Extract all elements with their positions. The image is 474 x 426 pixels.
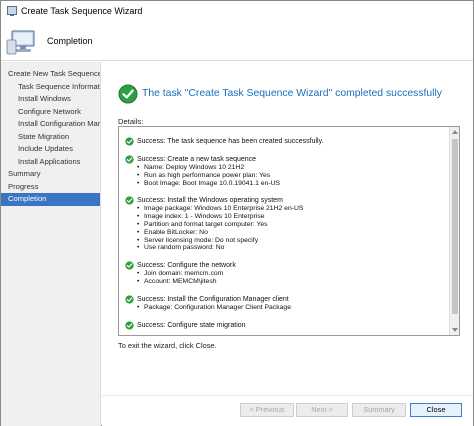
exit-instruction: To exit the wizard, click Close. xyxy=(118,341,217,350)
detail-section: Success: Configure state migration xyxy=(125,320,447,330)
details-label: Details: xyxy=(118,117,144,126)
success-check-icon xyxy=(125,261,134,270)
window-title: Create Task Sequence Wizard xyxy=(21,6,143,16)
details-list: Success: The task sequence has been crea… xyxy=(125,137,447,335)
detail-section: Success: Install the Windows operating s… xyxy=(125,196,447,252)
close-button[interactable]: Close xyxy=(410,403,462,417)
detail-line: Account: MEMCM\jitesh xyxy=(125,278,447,286)
success-check-icon xyxy=(125,196,134,206)
page-title: Completion xyxy=(47,36,93,46)
summary-button[interactable]: Summary xyxy=(352,403,406,417)
wizard-window: Create Task Sequence Wizard Completion C… xyxy=(0,0,474,426)
computer-icon xyxy=(7,6,17,16)
scroll-up-icon[interactable] xyxy=(452,130,458,134)
detail-line: Package: Configuration Manager Client Pa… xyxy=(125,304,447,312)
nav-item-create-new-task-sequence[interactable]: Create New Task Sequence xyxy=(1,68,100,81)
detail-section: Success: Create a new task sequence Name… xyxy=(125,155,447,187)
detail-section: Success: The task sequence has been crea… xyxy=(125,137,447,146)
nav-item-install-windows[interactable]: Install Windows xyxy=(1,93,100,106)
success-check-icon xyxy=(125,155,134,164)
nav-item-summary[interactable]: Summary xyxy=(1,168,100,181)
detail-section: Success: Configure the network Join doma… xyxy=(125,261,447,286)
detail-heading: Success: Install the Configuration Manag… xyxy=(137,295,289,303)
success-check-icon xyxy=(125,137,134,146)
nav-item-include-updates[interactable]: Include Updates xyxy=(1,143,100,156)
detail-line: Use random password: No xyxy=(125,244,447,252)
footer-divider xyxy=(102,395,473,396)
success-check-icon xyxy=(125,295,134,304)
detail-line: Image index: 1 - Windows 10 Enterprise xyxy=(125,213,447,221)
wizard-nav: Create New Task Sequence Task Sequence I… xyxy=(1,62,101,426)
detail-line: Enable BitLocker: No xyxy=(125,229,447,237)
next-button[interactable]: Next > xyxy=(296,403,348,417)
detail-line: Image package: Windows 10 Enterprise 21H… xyxy=(125,205,447,213)
detail-line: Partition and format target computer: Ye… xyxy=(125,221,447,229)
success-check-icon xyxy=(125,320,134,330)
nav-item-task-sequence-information[interactable]: Task Sequence Informatic xyxy=(1,81,100,94)
scrollbar-thumb[interactable] xyxy=(452,139,458,314)
computer-icon xyxy=(6,30,35,55)
scroll-down-icon[interactable] xyxy=(452,328,458,332)
main-content: The task "Create Task Sequence Wizard" c… xyxy=(102,62,473,426)
title-bar: Create Task Sequence Wizard xyxy=(1,1,473,21)
details-scrollbar[interactable] xyxy=(449,127,459,335)
status-message: The task "Create Task Sequence Wizard" c… xyxy=(142,88,442,99)
nav-item-install-applications[interactable]: Install Applications xyxy=(1,156,100,169)
previous-button[interactable]: < Previous xyxy=(240,403,294,417)
nav-item-state-migration[interactable]: State Migration xyxy=(1,131,100,144)
detail-section: Success: Install the Configuration Manag… xyxy=(125,295,447,312)
detail-heading: Success: Create a new task sequence xyxy=(137,156,257,163)
nav-item-configure-network[interactable]: Configure Network xyxy=(1,106,100,119)
detail-line: Run as high performance power plan: Yes xyxy=(125,172,447,180)
detail-line: Boot Image: Boot Image 10.0.19041.1 en-U… xyxy=(125,180,447,188)
nav-item-progress[interactable]: Progress xyxy=(1,181,100,194)
nav-item-install-configuration-manager[interactable]: Install Configuration Mar xyxy=(1,118,100,131)
detail-heading: Success: Configure state migration xyxy=(137,321,246,329)
detail-line: Server licensing mode: Do not specify xyxy=(125,237,447,245)
details-panel[interactable]: Success: The task sequence has been crea… xyxy=(118,126,460,336)
nav-item-completion[interactable]: Completion xyxy=(1,193,100,206)
detail-line: Name: Deploy Windows 10 21H2 xyxy=(125,164,447,172)
detail-heading: Success: The task sequence has been crea… xyxy=(137,138,324,145)
detail-line: Join domain: memcm.com xyxy=(125,270,447,278)
success-check-icon xyxy=(118,84,138,104)
detail-heading: Success: Configure the network xyxy=(137,262,236,270)
detail-heading: Success: Install the Windows operating s… xyxy=(137,197,283,205)
wizard-header: Completion xyxy=(1,21,473,61)
